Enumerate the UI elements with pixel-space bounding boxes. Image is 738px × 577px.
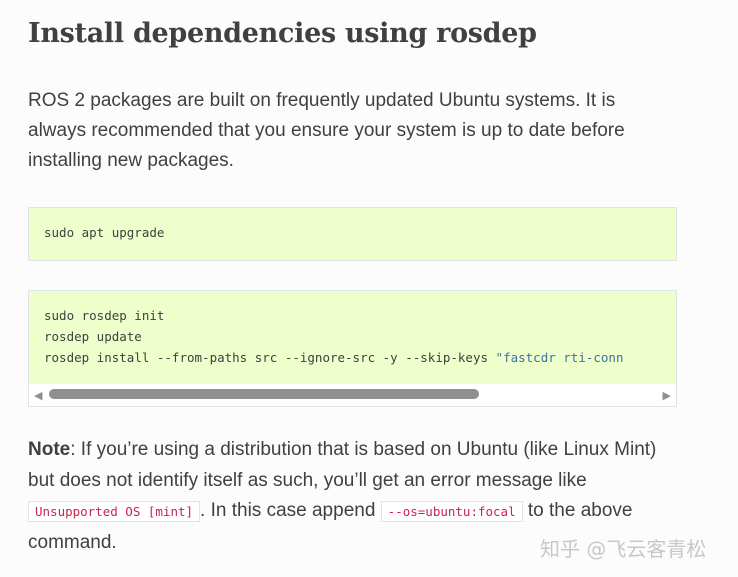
code-line: rosdep install --from-paths src --ignore…: [44, 350, 496, 365]
horizontal-scrollbar[interactable]: ◀ ▶: [29, 384, 676, 406]
inline-code-os-flag: --os=ubuntu:focal: [380, 501, 523, 522]
note-label: Note: [28, 439, 71, 460]
inline-code-error: Unsupported OS [mint]: [28, 501, 201, 522]
scrollbar-thumb[interactable]: [49, 389, 479, 399]
code-line: sudo rosdep init: [44, 308, 165, 323]
code-line: sudo apt upgrade: [44, 225, 165, 240]
note-text: : If you’re using a distribution that is…: [28, 439, 657, 491]
watermark: 知乎 @飞云客青松: [540, 537, 707, 561]
section-heading: Install dependencies using rosdep: [28, 18, 537, 49]
code-line: rosdep update: [44, 329, 142, 344]
code-block-rosdep[interactable]: sudo rosdep init rosdep update rosdep in…: [28, 290, 677, 407]
intro-paragraph: ROS 2 packages are built on frequently u…: [28, 90, 625, 171]
scroll-right-arrow-icon[interactable]: ▶: [663, 389, 671, 402]
code-string: "fastcdr rti-conn: [495, 350, 624, 365]
code-block-apt-upgrade: sudo apt upgrade: [28, 207, 677, 261]
note-text: . In this case append: [200, 500, 381, 521]
scroll-left-arrow-icon[interactable]: ◀: [34, 389, 42, 402]
